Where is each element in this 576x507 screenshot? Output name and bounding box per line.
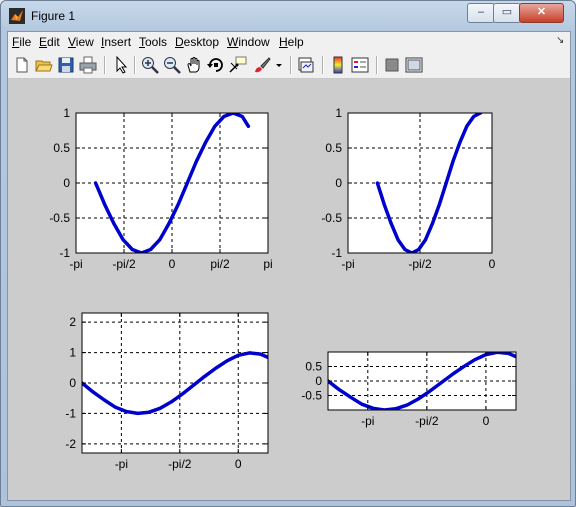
zoom-in-icon[interactable]: [140, 55, 160, 75]
y-tick-label: -0.5: [301, 389, 322, 403]
menu-label: iew: [75, 35, 94, 49]
axes-top-right[interactable]: -pi -pi/2 0 -1 -0.5 0 0.5 1: [321, 106, 495, 271]
menu-edit[interactable]: Edit: [39, 35, 60, 49]
menu-mnemonic: H: [279, 35, 288, 49]
x-tick-label: pi: [263, 257, 272, 271]
x-tick-label: -pi: [341, 257, 354, 271]
y-tick-label: 0: [315, 374, 322, 388]
figure-toolbar: [8, 52, 570, 79]
y-tick-label: 1: [335, 106, 342, 120]
x-tick-label: -pi: [69, 257, 82, 271]
axes-top-left[interactable]: -pi -pi/2 0 pi/2 pi -1 -0.5 0 0.5 1: [49, 106, 272, 271]
menu-label: nsert: [104, 35, 132, 49]
zoom-out-icon[interactable]: [162, 55, 182, 75]
figure-window: Figure 1 ‒ ▭ ✕ File Edit View Insert Tools De…: [0, 0, 576, 507]
save-icon[interactable]: [56, 55, 76, 75]
menu-mnemonic: W: [227, 35, 239, 49]
x-tick-label: -pi: [115, 457, 128, 471]
brush-icon[interactable]: [252, 55, 272, 75]
plot-area: -pi -pi/2 0 pi/2 pi-1-0.500.51-pi -pi/2 0-1-0.…: [49, 106, 517, 471]
y-tick-label: 1: [69, 346, 76, 360]
x-tick-label: pi/2: [210, 257, 230, 271]
maximize-button[interactable]: ▭: [493, 3, 521, 23]
menu-label: indow: [238, 35, 270, 49]
brush-dropdown-icon[interactable]: [274, 55, 284, 75]
menu-window[interactable]: Window: [227, 35, 270, 49]
menu-help[interactable]: Help: [279, 35, 304, 49]
figure-canvas: -pi -pi/2 0 pi/2 pi -1 -0.5 0 0.5 1 -pi -pi/2 0 -1 -0.…: [8, 79, 570, 500]
menu-label: esktop: [183, 35, 220, 49]
hide-plot-tools-icon[interactable]: [382, 55, 402, 75]
x-tick-label: 0: [483, 414, 490, 428]
y-tick-label: -2: [65, 437, 76, 451]
y-tick-label: -0.5: [321, 211, 342, 225]
y-tick-label: 1: [63, 106, 70, 120]
toolbar-separator: [134, 56, 136, 74]
menu-bar: File Edit View Insert Tools Desktop Window Help: [8, 32, 570, 52]
menu-label: ools: [145, 35, 168, 49]
y-tick-label: -1: [331, 246, 342, 260]
data-cursor-icon[interactable]: [228, 55, 248, 75]
x-tick-label: -pi: [361, 414, 374, 428]
menu-view[interactable]: View: [68, 35, 94, 49]
x-tick-label: 0: [235, 457, 242, 471]
new-figure-icon[interactable]: [12, 55, 32, 75]
y-tick-label: 0.5: [305, 360, 322, 374]
colorbar-icon[interactable]: [328, 55, 348, 75]
window-title: Figure 1: [31, 9, 76, 23]
matlab-logo-icon: [9, 8, 25, 24]
x-tick-label: -pi/2: [415, 414, 439, 428]
menu-label: ile: [19, 35, 32, 49]
close-button[interactable]: ✕: [519, 3, 564, 23]
toolbar-separator: [290, 56, 292, 74]
menu-label: elp: [287, 35, 304, 49]
toolbar-separator: [322, 56, 324, 74]
y-tick-label: 0.5: [325, 141, 342, 155]
dock-arrow-icon[interactable]: ↘: [556, 35, 564, 46]
menu-label: dit: [47, 35, 60, 49]
axes-bottom-right[interactable]: -pi -pi/2 0-0.500.5: [301, 351, 517, 428]
y-tick-label: 0.5: [53, 141, 70, 155]
y-tick-label: -0.5: [49, 211, 70, 225]
menu-mnemonic: E: [39, 35, 48, 49]
figure-client-area: File Edit View Insert Tools Desktop Window Help…: [7, 31, 571, 501]
toolbar-separator: [104, 56, 106, 74]
y-tick-label: 0: [63, 176, 70, 190]
menu-file[interactable]: File: [12, 35, 31, 49]
y-tick-label: 0: [69, 376, 76, 390]
x-tick-label: -pi/2: [408, 257, 432, 271]
y-tick-label: 2: [69, 315, 76, 329]
menu-insert[interactable]: Insert: [101, 35, 131, 49]
menu-mnemonic: V: [68, 35, 76, 49]
x-tick-label: -pi/2: [168, 457, 192, 471]
title-bar[interactable]: Figure 1 ‒ ▭ ✕: [1, 1, 575, 31]
menu-mnemonic: D: [175, 35, 184, 49]
print-icon[interactable]: [78, 55, 98, 75]
menu-desktop[interactable]: Desktop: [175, 35, 219, 49]
y-tick-label: -1: [59, 246, 70, 260]
pointer-icon[interactable]: [111, 55, 131, 75]
rotate-3d-icon[interactable]: [206, 55, 226, 75]
open-icon[interactable]: [34, 55, 54, 75]
y-tick-label: -1: [65, 406, 76, 420]
x-tick-label: 0: [489, 257, 496, 271]
link-plot-icon[interactable]: [296, 55, 316, 75]
pan-hand-icon[interactable]: [184, 55, 204, 75]
axes-bottom-left[interactable]: -pi -pi/2 0 -2 -1 0 1 2: [65, 312, 269, 471]
x-tick-label: 0: [169, 257, 176, 271]
show-plot-tools-icon[interactable]: [404, 55, 424, 75]
menu-tools[interactable]: Tools: [139, 35, 167, 49]
legend-icon[interactable]: [350, 55, 370, 75]
x-tick-label: -pi/2: [112, 257, 136, 271]
minimize-button[interactable]: ‒: [467, 3, 495, 23]
y-tick-label: 0: [335, 176, 342, 190]
toolbar-separator: [376, 56, 378, 74]
